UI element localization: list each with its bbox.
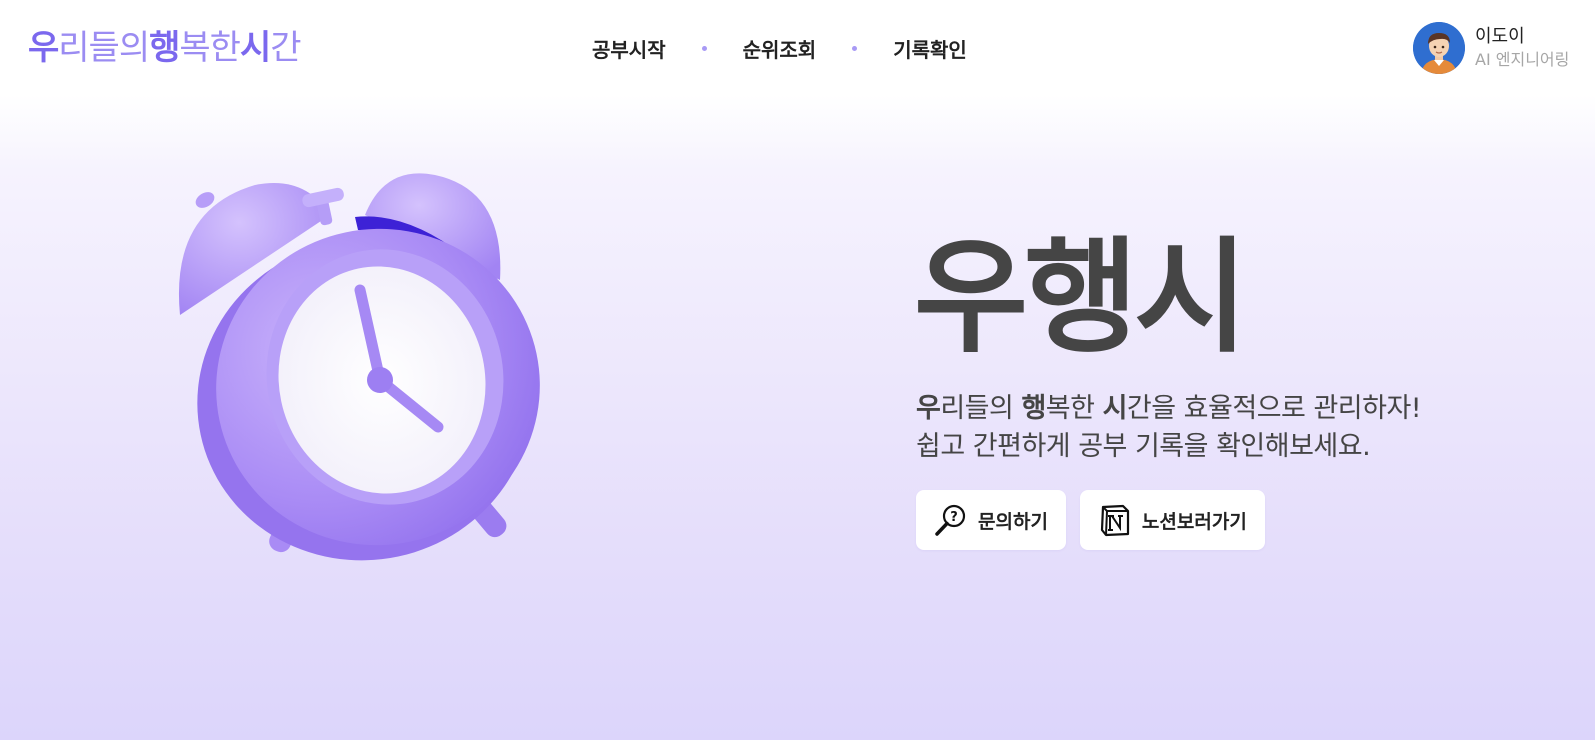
notion-icon <box>1096 501 1134 539</box>
logo-char-haeng: 행 <box>149 28 180 68</box>
avatar[interactable] <box>1413 22 1465 74</box>
desc-char-u: 우 <box>916 393 941 424</box>
logo-part-1: 리들의 <box>58 28 150 68</box>
desc-char-si: 시 <box>1102 393 1128 424</box>
header: 우리들의행복한시간 공부시작 순위조회 기록확인 이도이 AI 엔지니어링 <box>0 0 1595 95</box>
main-nav: 공부시작 순위조회 기록확인 <box>592 32 967 64</box>
magnifier-question-icon: ? <box>932 501 970 539</box>
nav-item-records[interactable]: 기록확인 <box>893 34 967 63</box>
profile-role: AI 엔지니어링 <box>1475 50 1570 69</box>
hero-description-line-2: 쉽고 간편하게 공부 기록을 확인해보세요. <box>916 431 1371 462</box>
logo-char-si: 시 <box>239 28 271 68</box>
logo-part-3: 간 <box>270 28 301 68</box>
inquiry-button[interactable]: ? 문의하기 <box>916 490 1066 550</box>
profile-text: 이도이 AI 엔지니어링 <box>1475 25 1569 71</box>
nav-item-study-start[interactable]: 공부시작 <box>592 34 666 63</box>
profile-name: 이도이 <box>1475 26 1525 47</box>
nav-item-ranking[interactable]: 순위조회 <box>743 34 817 63</box>
desc-part-1: 리들의 <box>940 393 1022 424</box>
notion-button[interactable]: 노션보러가기 <box>1079 490 1265 550</box>
hero-description-line-1: 우리들의 행복한 시간을 효율적으로 관리하자! <box>916 390 1422 428</box>
logo-part-2: 복한 <box>179 28 241 68</box>
desc-part-3: 간을 효율적으로 관리하자! <box>1126 393 1422 424</box>
nav-separator-dot <box>701 45 707 51</box>
hero-title: 우행시 <box>914 226 1248 370</box>
notion-button-label: 노션보러가기 <box>1141 510 1247 533</box>
hero-description: 우리들의 행복한 시간을 효율적으로 관리하자! 쉽고 간편하게 공부 기록을 … <box>916 390 1422 466</box>
nav-separator-dot <box>852 45 858 51</box>
logo[interactable]: 우리들의행복한시간 <box>28 26 302 70</box>
svg-text:?: ? <box>950 510 958 525</box>
logo-char-u: 우 <box>28 28 59 68</box>
alarm-clock-illustration <box>150 155 570 585</box>
hero-buttons: ? 문의하기 노션보러가기 <box>916 490 1279 550</box>
user-profile[interactable]: 이도이 AI 엔지니어링 <box>1413 22 1569 74</box>
inquiry-button-label: 문의하기 <box>978 510 1048 533</box>
desc-char-haeng: 행 <box>1021 393 1046 424</box>
desc-part-2: 복한 <box>1045 393 1103 424</box>
